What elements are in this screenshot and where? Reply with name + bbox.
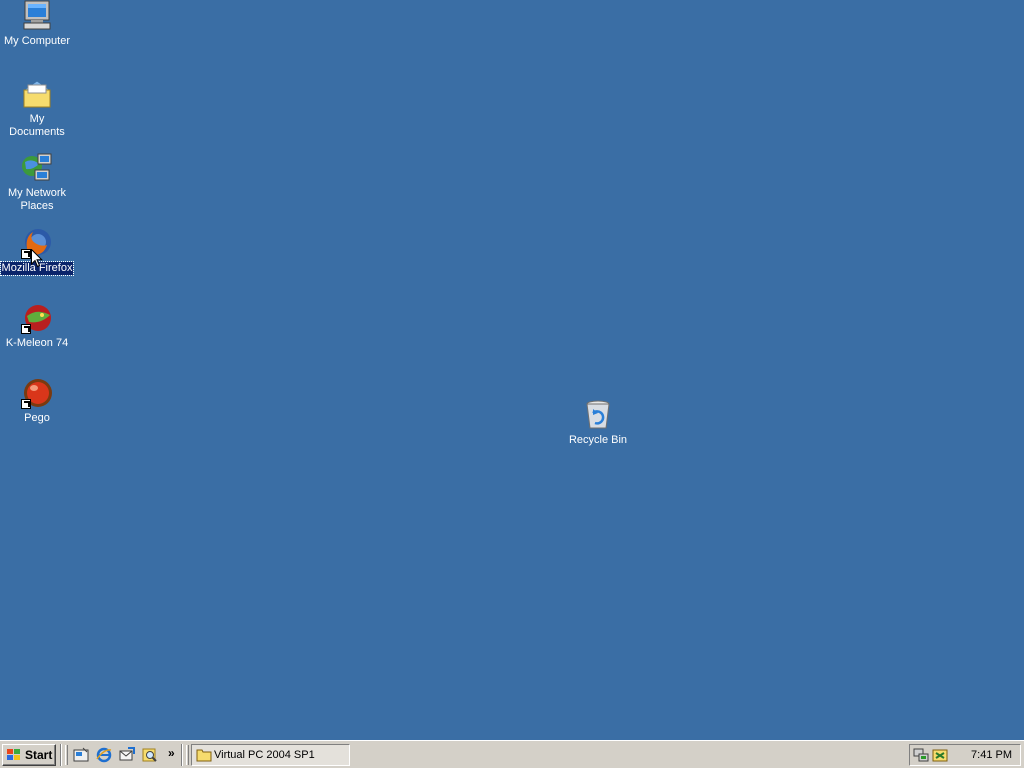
shortcut-arrow-icon [21,324,31,334]
desktop-icon-k-meleon[interactable]: K-Meleon 74 [0,302,74,350]
taskbar-separator [181,744,183,766]
system-tray: 7:41 PM [909,744,1021,766]
recycle-bin-icon [582,399,614,431]
desktop[interactable]: My Computer My Documents My Network Plac… [0,0,1024,740]
desktop-icon-my-network-places[interactable]: My Network Places [0,152,74,213]
desktop-icon-pego[interactable]: Pego [0,377,74,425]
clock[interactable]: 7:41 PM [971,749,1012,761]
outlook-express-icon[interactable] [119,747,135,763]
virtual-machine-tray-icon[interactable] [932,747,948,763]
desktop-icon-my-computer[interactable]: My Computer [0,0,74,48]
desktop-icon-label: My Computer [3,35,71,47]
task-button-virtual-pc[interactable]: Virtual PC 2004 SP1 [191,744,350,766]
network-places-icon [21,152,53,184]
k-meleon-icon [21,302,53,334]
start-label: Start [25,748,53,762]
shortcut-arrow-icon [21,399,31,409]
desktop-icon-label: My Documents [9,113,65,138]
show-desktop-icon[interactable] [73,747,89,763]
my-documents-icon [21,78,53,110]
taskbar-grip[interactable] [186,745,189,765]
desktop-icon-label: K-Meleon 74 [5,337,69,349]
desktop-icon-recycle-bin[interactable]: Recycle Bin [561,399,635,447]
task-button-label: Virtual PC 2004 SP1 [214,749,315,761]
windows-logo-icon [7,749,20,760]
network-tray-icon[interactable] [913,747,929,763]
start-button[interactable]: Start [2,744,56,766]
search-icon[interactable] [142,747,158,763]
internet-explorer-icon[interactable] [96,747,112,763]
desktop-icon-my-documents[interactable]: My Documents [0,78,74,139]
pego-icon [21,377,53,409]
quick-launch-more-button[interactable]: » [168,746,175,760]
my-computer-icon [21,0,53,32]
taskbar-separator [60,744,62,766]
desktop-icon-label: Recycle Bin [568,434,628,446]
mouse-cursor-icon [31,249,43,268]
folder-icon [196,749,212,762]
desktop-icon-label: Pego [24,412,50,424]
quick-launch-grip[interactable] [65,745,68,765]
desktop-icon-label: My Network Places [7,187,67,212]
taskbar: Start » Virtual PC 2004 SP1 7:41 PM [0,740,1024,768]
shortcut-arrow-icon [21,249,31,259]
